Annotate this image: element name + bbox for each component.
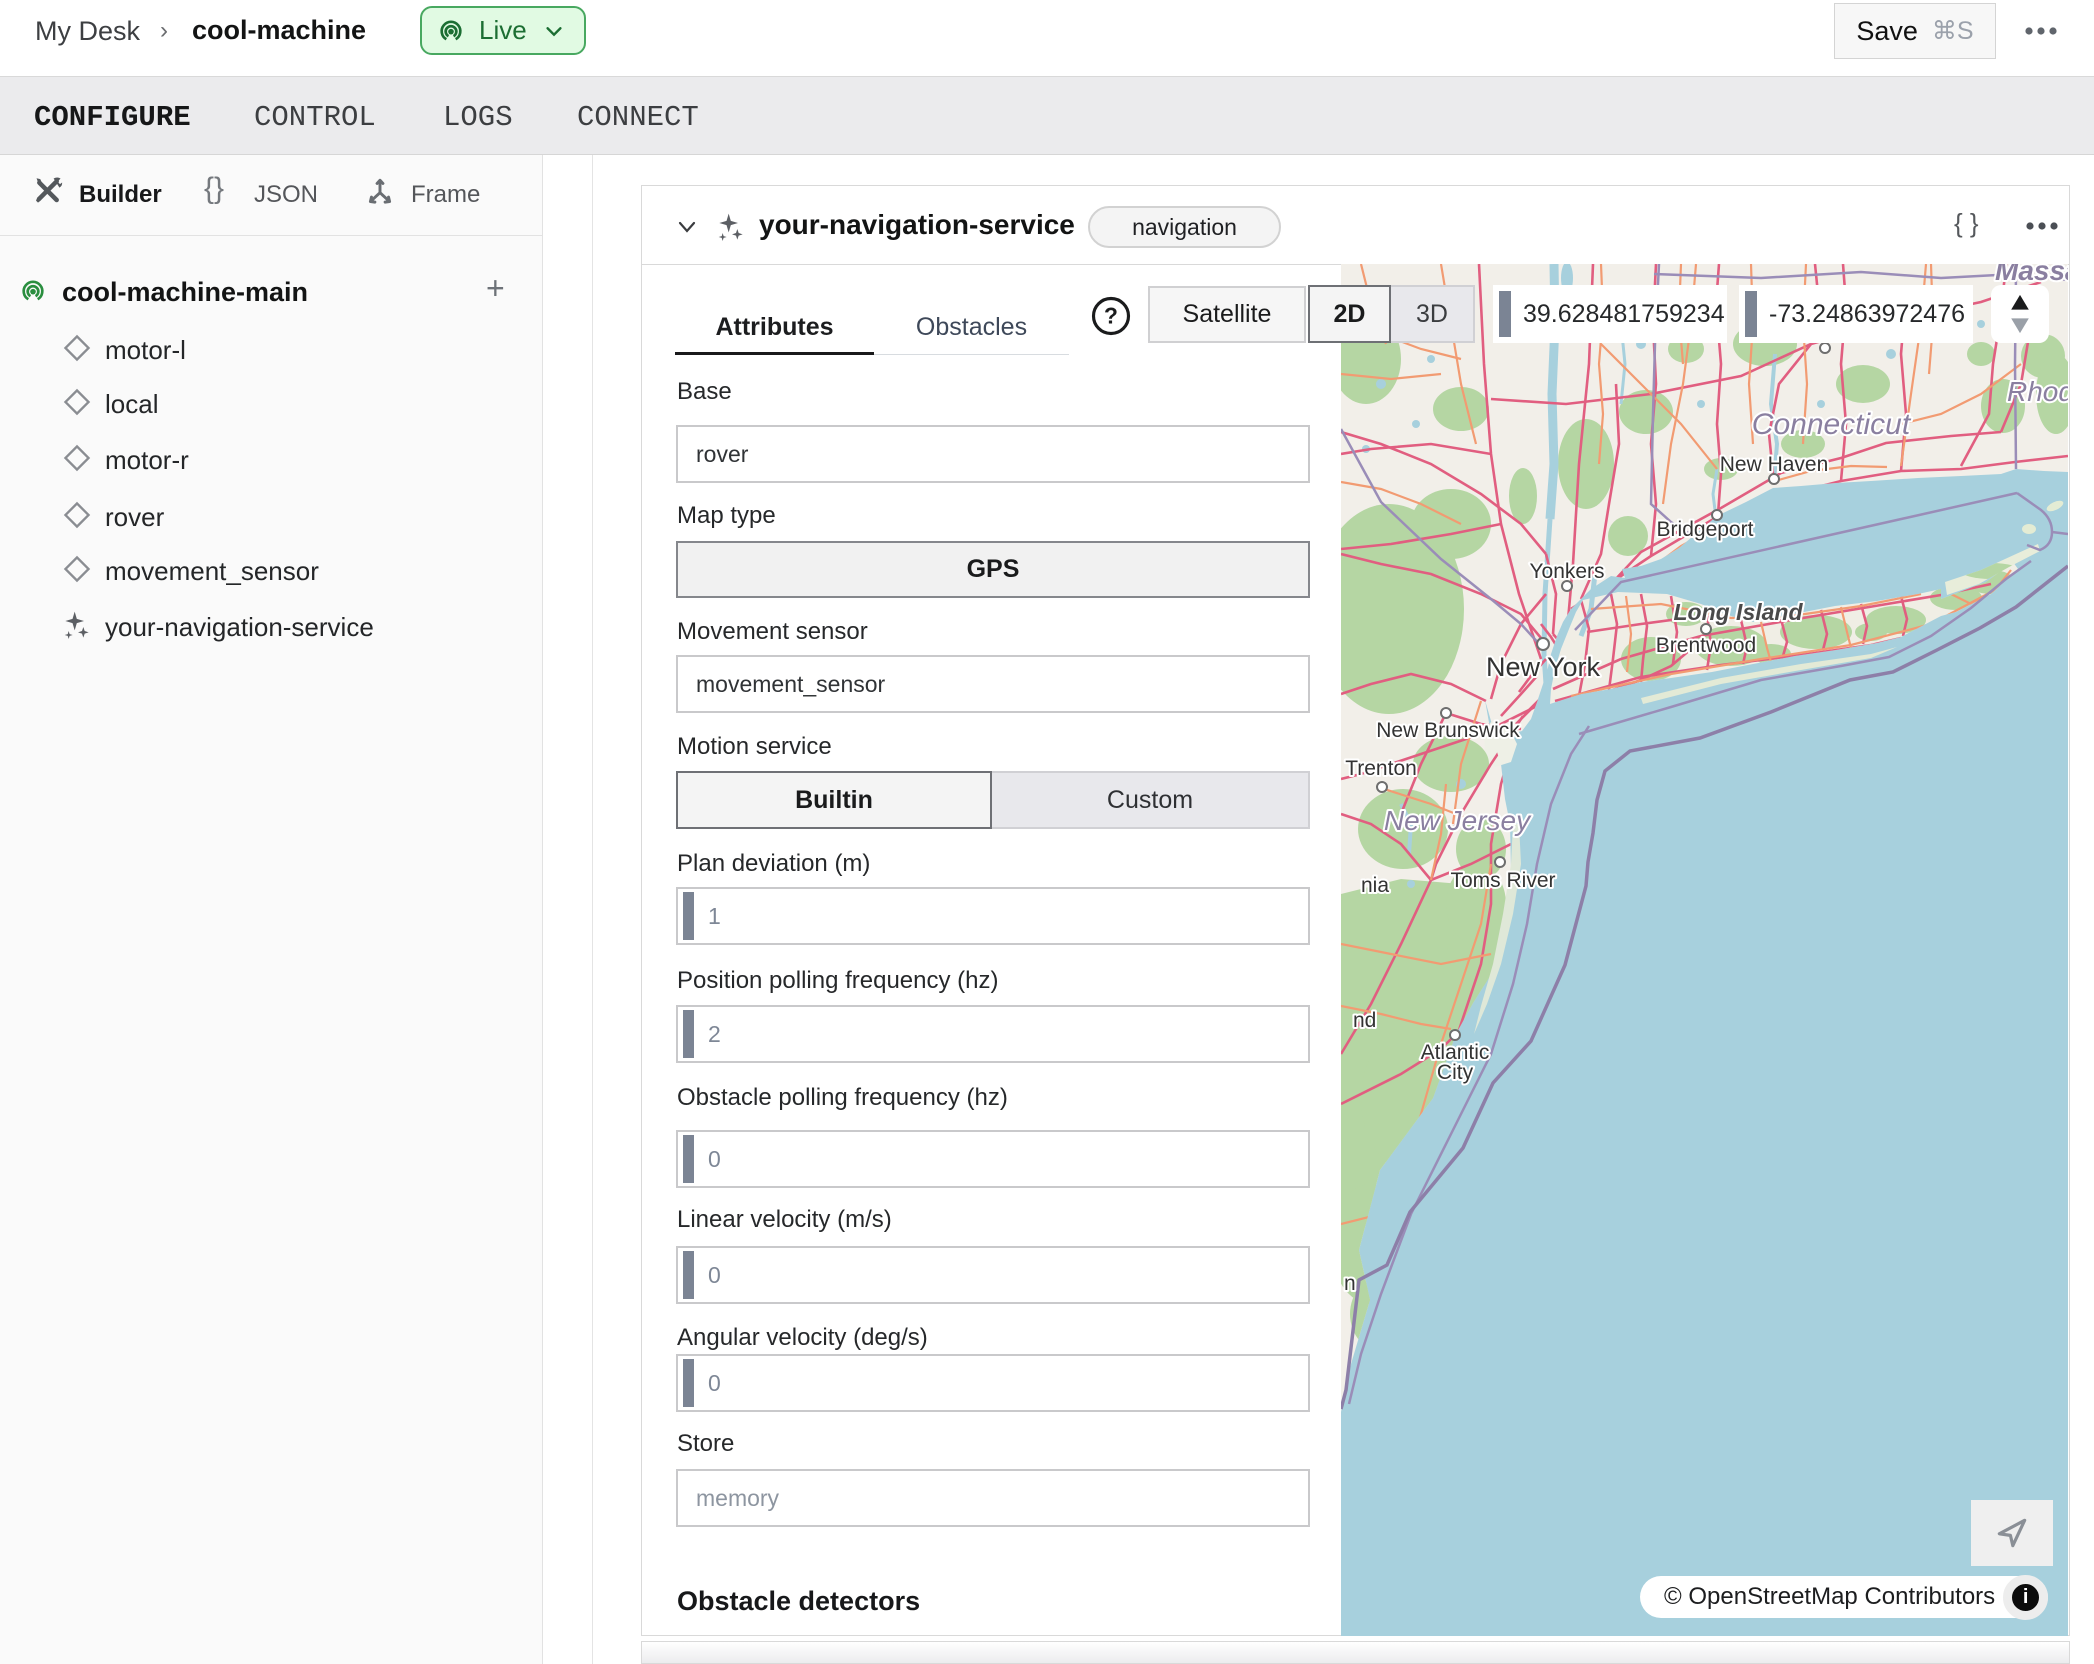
svg-text:nd: nd <box>1353 1009 1376 1032</box>
svg-text:Connecticut: Connecticut <box>1752 408 1912 441</box>
svg-text:Bridgeport: Bridgeport <box>1657 518 1754 541</box>
svg-text:New York: New York <box>1486 652 1601 682</box>
svg-text:Brentwood: Brentwood <box>1656 634 1756 657</box>
svg-text:Long Island: Long Island <box>1673 599 1803 625</box>
svg-text:New Jersey: New Jersey <box>1384 805 1532 836</box>
svg-text:?: ? <box>1104 303 1118 329</box>
svg-text:Rhod: Rhod <box>2007 376 2068 407</box>
svg-text:n: n <box>1344 1272 1356 1295</box>
svg-text:Trenton: Trenton <box>1345 757 1417 780</box>
svg-text:New Brunswick: New Brunswick <box>1376 719 1520 742</box>
svg-text:City: City <box>1437 1061 1474 1084</box>
svg-text:Toms River: Toms River <box>1450 869 1555 892</box>
svg-text:nia: nia <box>1361 874 1389 897</box>
svg-text:Yonkers: Yonkers <box>1529 560 1604 583</box>
svg-text:Massach: Massach <box>1995 264 2068 286</box>
svg-text:New Haven: New Haven <box>1720 453 1829 476</box>
